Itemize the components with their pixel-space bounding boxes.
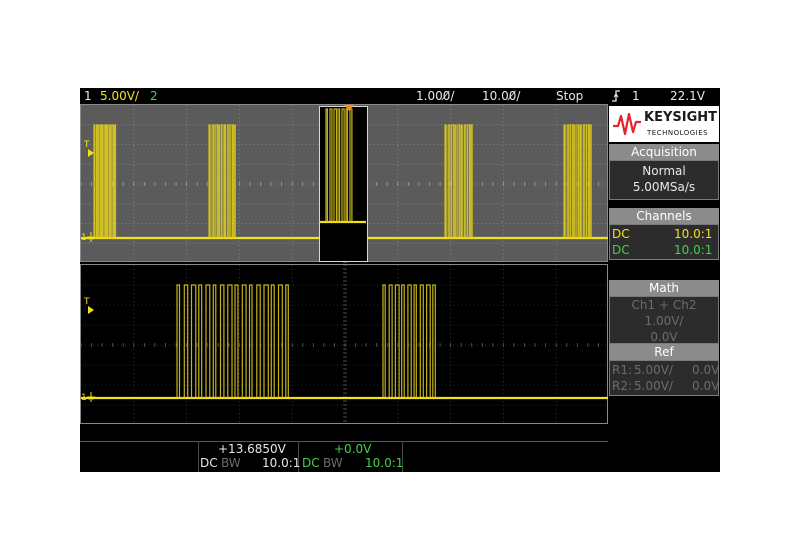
ch1-number[interactable]: 1	[84, 89, 92, 103]
r1-scale: 5.00V/	[634, 363, 673, 377]
rising-edge-trigger-icon	[611, 90, 621, 102]
trigger-channel[interactable]: 1	[632, 89, 640, 103]
channel-status-bar: +13.6850V DC BW 10.0:1 +0.0V DC BW 10.0:…	[80, 424, 720, 472]
ch2-coupling-status: DC	[302, 456, 320, 470]
ref-box[interactable]: R1: 5.00V/ 0.0V R2: 5.00V/ 0.0V	[609, 360, 719, 396]
zoom-window-region[interactable]	[319, 106, 368, 262]
r2-offset: 0.0V	[692, 379, 720, 393]
ref-header[interactable]: Ref	[609, 344, 719, 360]
ch1-ground-marker-main: 1	[81, 233, 87, 243]
pulse-burst	[176, 284, 293, 399]
pulse-burst	[444, 124, 474, 239]
pulse-burst	[93, 124, 117, 239]
channels-box[interactable]: DC 10.0:1 DC 10.0:1	[609, 224, 719, 260]
sample-rate: 5.00MSa/s	[632, 180, 696, 194]
ch1-probe: 10.0:1	[674, 227, 713, 241]
time-scale-main[interactable]: 1.000̸/	[416, 89, 454, 103]
r1-offset: 0.0V	[692, 363, 720, 377]
pulse-burst	[382, 284, 439, 399]
r2-label: R2:	[612, 379, 633, 393]
time-scale-zoom[interactable]: 10.00̸/	[482, 89, 520, 103]
oscilloscope-screen: 1 5.00V/ 2 1.000̸/ 10.00̸/ Stop 1 22.1V …	[80, 88, 720, 472]
run-state[interactable]: Stop	[556, 89, 583, 103]
ch1-coupling: DC	[612, 227, 630, 241]
brand-subtitle: TECHNOLOGIES	[647, 129, 709, 137]
math-offset: 0.0V	[650, 330, 678, 344]
ch2-offset[interactable]: +0.0V	[334, 442, 371, 456]
r2-scale: 5.00V/	[634, 379, 673, 393]
pulse-burst	[325, 108, 354, 223]
brand-logo: KEYSIGHT TECHNOLOGIES	[609, 106, 719, 142]
ch1-ground-marker-zoom: 1	[81, 393, 87, 403]
math-box[interactable]: Ch1 + Ch2 1.00V/ 0.0V	[609, 296, 719, 344]
acquisition-box[interactable]: Normal 5.00MSa/s	[609, 160, 719, 200]
ch1-waveform-zoom-region	[320, 108, 366, 224]
ch1-offset[interactable]: +13.6850V	[218, 442, 286, 456]
r1-label: R1:	[612, 363, 633, 377]
pulse-burst	[563, 124, 593, 239]
ch2-bw-limit: BW	[323, 456, 343, 470]
top-status-bar: 1 5.00V/ 2 1.000̸/ 10.00̸/ Stop 1 22.1V	[80, 88, 720, 104]
ch2-coupling: DC	[612, 243, 630, 257]
ch1-waveform-zoomed	[81, 284, 609, 400]
math-function: Ch1 + Ch2	[631, 298, 697, 312]
ch1-bw-limit: BW	[221, 456, 241, 470]
ch1-probe-status: 10.0:1	[262, 456, 301, 470]
side-info-panel: KEYSIGHT TECHNOLOGIES Acquisition Normal…	[608, 104, 720, 424]
ch1-coupling-status: DC	[200, 456, 218, 470]
keysight-wave-icon	[613, 112, 641, 136]
trigger-level[interactable]: 22.1V	[670, 89, 705, 103]
math-header[interactable]: Math	[609, 280, 719, 296]
ch2-probe: 10.0:1	[674, 243, 713, 257]
ch2-probe-status: 10.0:1	[365, 456, 404, 470]
acquisition-mode: Normal	[642, 164, 686, 178]
ch1-scale[interactable]: 5.00V/	[100, 89, 139, 103]
pulse-burst	[208, 124, 237, 239]
acquisition-header[interactable]: Acquisition	[609, 144, 719, 160]
zoom-waveform-panel[interactable]	[80, 264, 609, 425]
ch2-number[interactable]: 2	[150, 89, 158, 103]
brand-name: KEYSIGHT	[644, 110, 717, 125]
math-scale: 1.00V/	[644, 314, 684, 328]
channels-header[interactable]: Channels	[609, 208, 719, 224]
